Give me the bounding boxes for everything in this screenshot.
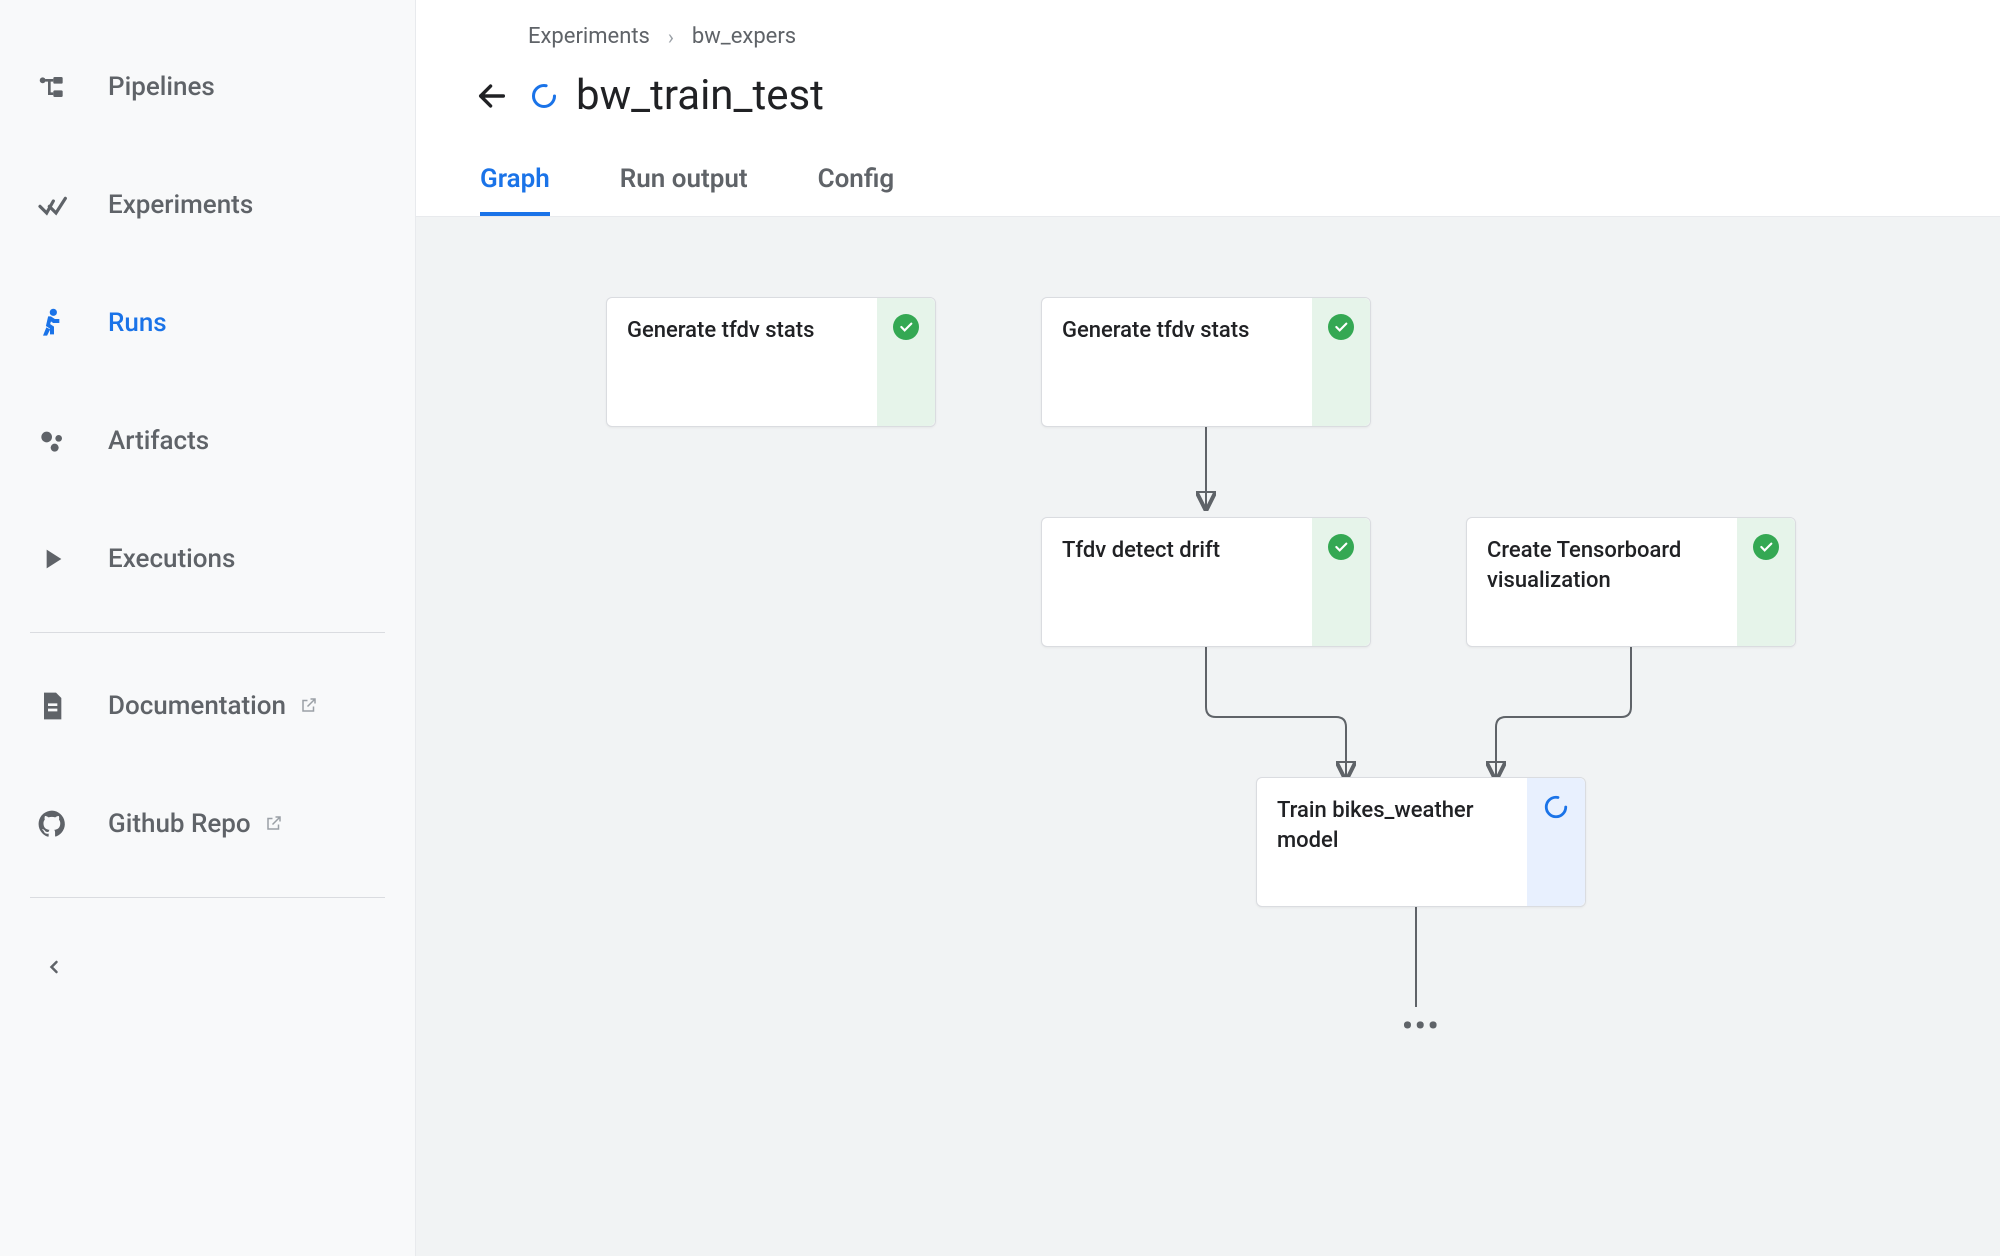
sidebar-item-pipelines[interactable]: Pipelines [0, 28, 415, 146]
main-content: Experiments › bw_expers bw_train_test Gr… [416, 0, 2000, 1256]
sidebar-item-label: Executions [108, 544, 415, 574]
success-check-icon [893, 314, 919, 340]
graph-node-status [1737, 518, 1795, 646]
graph-canvas[interactable]: Generate tfdv stats Generate tfdv stats … [416, 217, 2000, 1256]
success-check-icon [1328, 534, 1354, 560]
breadcrumb-child[interactable]: bw_expers [692, 24, 796, 49]
graph-node-generate-tfdv-stats-2[interactable]: Generate tfdv stats [1041, 297, 1371, 427]
pipelines-icon [36, 71, 68, 103]
chevron-right-icon: › [668, 25, 674, 49]
sidebar-item-label: Runs [108, 308, 415, 338]
graph-node-status [1312, 518, 1370, 646]
graph-node-label: Create Tensorboard visualization [1467, 518, 1737, 646]
sidebar-item-label: Experiments [108, 190, 415, 220]
sidebar-item-runs[interactable]: Runs [0, 264, 415, 382]
sidebar: Pipelines Experiments Runs Artifacts Exe… [0, 0, 416, 1256]
title-row: bw_train_test [472, 71, 1944, 120]
tab-run-output[interactable]: Run output [620, 164, 748, 216]
sidebar-item-label: Artifacts [108, 426, 415, 456]
back-button[interactable] [472, 76, 512, 116]
more-nodes-indicator[interactable]: ••• [1402, 1009, 1440, 1044]
documentation-icon [36, 690, 68, 722]
github-icon [36, 808, 68, 840]
experiments-icon [36, 189, 68, 221]
collapse-sidebar-button[interactable] [0, 912, 415, 1022]
sidebar-item-label: Documentation [108, 691, 415, 721]
graph-node-label: Generate tfdv stats [607, 298, 877, 426]
page-header: Experiments › bw_expers bw_train_test Gr… [416, 0, 2000, 217]
success-check-icon [1753, 534, 1779, 560]
sidebar-item-label: Github Repo [108, 809, 415, 839]
graph-node-tfdv-detect-drift[interactable]: Tfdv detect drift [1041, 517, 1371, 647]
graph-node-generate-tfdv-stats-1[interactable]: Generate tfdv stats [606, 297, 936, 427]
runs-icon [36, 307, 68, 339]
artifacts-icon [36, 425, 68, 457]
external-link-icon [300, 696, 318, 714]
graph-node-status [1527, 778, 1585, 906]
graph-node-status [877, 298, 935, 426]
sidebar-item-artifacts[interactable]: Artifacts [0, 382, 415, 500]
graph-node-label: Tfdv detect drift [1042, 518, 1312, 646]
tabs: Graph Run output Config [472, 164, 1944, 216]
sidebar-divider [30, 632, 385, 633]
graph-node-train-bikes-weather-model[interactable]: Train bikes_weather model [1256, 777, 1586, 907]
sidebar-item-executions[interactable]: Executions [0, 500, 415, 618]
running-status-icon [530, 82, 558, 110]
tab-config[interactable]: Config [818, 164, 895, 216]
graph-node-label: Train bikes_weather model [1257, 778, 1527, 906]
graph-node-create-tensorboard-visualization[interactable]: Create Tensorboard visualization [1466, 517, 1796, 647]
success-check-icon [1328, 314, 1354, 340]
sidebar-item-github[interactable]: Github Repo [0, 765, 415, 883]
graph-node-status [1312, 298, 1370, 426]
executions-icon [36, 543, 68, 575]
page-title: bw_train_test [576, 71, 824, 120]
sidebar-item-label: Pipelines [108, 72, 415, 102]
breadcrumb-root[interactable]: Experiments [528, 24, 650, 49]
sidebar-item-experiments[interactable]: Experiments [0, 146, 415, 264]
sidebar-item-documentation[interactable]: Documentation [0, 647, 415, 765]
running-status-icon [1543, 794, 1569, 820]
graph-node-label: Generate tfdv stats [1042, 298, 1312, 426]
breadcrumb: Experiments › bw_expers [528, 24, 1944, 49]
external-link-icon [265, 814, 283, 832]
sidebar-divider [30, 897, 385, 898]
tab-graph[interactable]: Graph [480, 164, 550, 216]
